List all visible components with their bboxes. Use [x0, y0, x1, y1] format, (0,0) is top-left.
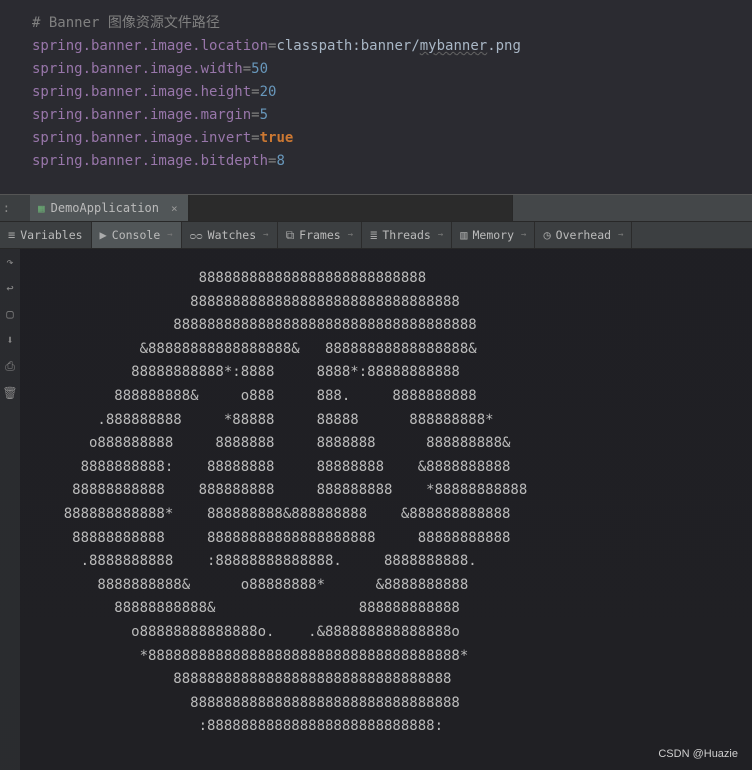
tab-watches[interactable]: ᴑᴑ Watches → [182, 222, 278, 248]
stepback-icon[interactable]: ↩ [6, 281, 13, 295]
resume-icon[interactable]: ↷ [6, 255, 13, 269]
property-line: spring.banner.image.height=20 [32, 81, 752, 104]
property-line: spring.banner.image.invert=true [32, 127, 752, 150]
run-tab-demoapplication[interactable]: ▦ DemoApplication × [30, 195, 189, 221]
debug-tool-bar: ≡ Variables ▶ Console → ᴑᴑ Watches → ⧉ F… [0, 222, 752, 249]
watermark: CSDN @Huazie [658, 748, 738, 760]
tab-threads[interactable]: ≣ Threads → [362, 222, 452, 248]
property-line: spring.banner.image.bitdepth=8 [32, 150, 752, 173]
print-icon[interactable]: ⎙ [5, 359, 15, 374]
pin-icon: → [618, 230, 623, 240]
tab-blank [189, 195, 512, 221]
run-tab-bar: : ▦ DemoApplication × [0, 194, 752, 222]
watches-icon: ᴑᴑ [190, 228, 203, 243]
console-output: 888888888888888888888888888 888888888888… [20, 249, 752, 770]
pin-icon: → [438, 230, 443, 240]
comment-line: # Banner 图像资源文件路径 [32, 12, 752, 35]
console-gutter: ↷ ↩ ▢ ⬇ ⎙ 🗑 [0, 249, 20, 770]
delete-icon[interactable]: 🗑 [2, 386, 17, 400]
close-icon[interactable]: × [171, 202, 178, 215]
pause-icon[interactable]: ▢ [6, 307, 13, 321]
pin-icon: → [167, 230, 172, 240]
frames-icon: ⧉ [286, 228, 295, 243]
threads-icon: ≣ [370, 228, 377, 242]
pin-icon: → [263, 230, 268, 240]
tab-console[interactable]: ▶ Console → [92, 222, 182, 248]
console-icon: ▶ [100, 228, 107, 242]
tab-frames[interactable]: ⧉ Frames → [278, 222, 363, 248]
side-label: : [0, 201, 10, 215]
overhead-icon: ◷ [543, 228, 550, 242]
tab-overhead[interactable]: ◷ Overhead → [535, 222, 632, 248]
download-icon[interactable]: ⬇ [6, 333, 13, 347]
editor-pane: # Banner 图像资源文件路径 spring.banner.image.lo… [0, 0, 752, 194]
console-pane: ↷ ↩ ▢ ⬇ ⎙ 🗑 888888888888888888888888888 … [0, 249, 752, 770]
property-line: spring.banner.image.location=classpath:b… [32, 35, 752, 58]
run-config-icon: ▦ [38, 202, 45, 215]
run-tab-label: DemoApplication [51, 201, 159, 215]
pin-icon: → [348, 230, 353, 240]
tab-variables[interactable]: ≡ Variables [0, 222, 92, 248]
pin-icon: → [521, 230, 526, 240]
tab-blank-right [512, 195, 752, 221]
memory-icon: ▥ [460, 228, 467, 242]
tab-memory[interactable]: ▥ Memory → [452, 222, 535, 248]
property-line: spring.banner.image.width=50 [32, 58, 752, 81]
variables-icon: ≡ [8, 228, 15, 242]
property-line: spring.banner.image.margin=5 [32, 104, 752, 127]
